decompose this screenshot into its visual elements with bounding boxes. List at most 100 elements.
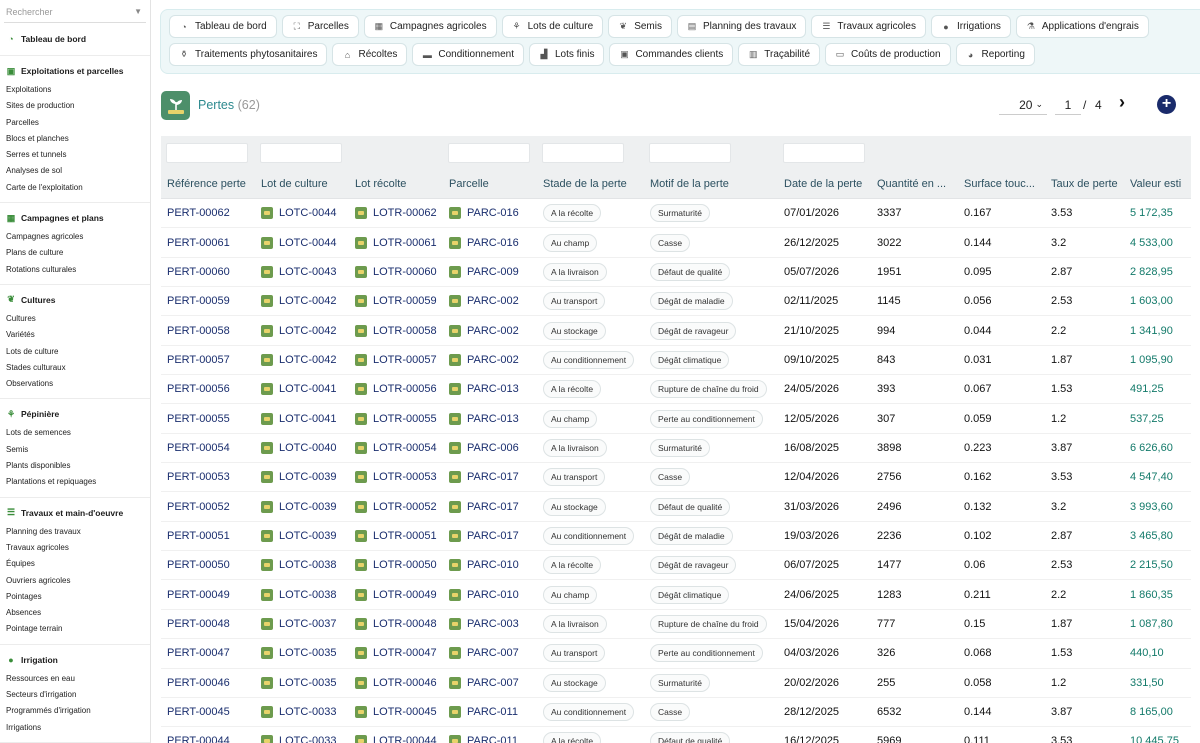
loss-reference-link[interactable]: PERT-00049: [167, 589, 230, 601]
loss-reference-link[interactable]: PERT-00046: [167, 677, 230, 689]
loss-reference-link[interactable]: PERT-00055: [167, 413, 230, 425]
related-record-link[interactable]: PARC-003: [467, 618, 519, 630]
next-page-icon[interactable]: ›: [1119, 92, 1125, 112]
table-row[interactable]: PERT-00059 LOTC-0042 LOTR-00059 PARC-002 Au …: [161, 287, 1191, 317]
column-header[interactable]: Quantité en ...: [871, 178, 958, 190]
column-header[interactable]: Lot récolte: [349, 178, 443, 190]
column-filter-input[interactable]: [448, 142, 530, 163]
column-filter-input[interactable]: [542, 142, 624, 163]
related-record-link[interactable]: PARC-011: [467, 706, 518, 718]
related-record-link[interactable]: LOTC-0039: [279, 501, 336, 513]
related-record-link[interactable]: LOTC-0033: [279, 706, 336, 718]
tab-item[interactable]: ▥ Traçabilité: [738, 43, 821, 66]
related-record-link[interactable]: PARC-017: [467, 530, 519, 542]
sidebar-item[interactable]: Serres et tunnels: [0, 147, 150, 163]
related-record-link[interactable]: LOTR-00061: [373, 237, 437, 249]
related-record-link[interactable]: LOTC-0044: [279, 207, 336, 219]
sidebar-item[interactable]: Ouvriers agricoles: [0, 573, 150, 589]
column-filter-input[interactable]: [166, 142, 248, 163]
related-record-link[interactable]: LOTR-00044: [373, 735, 437, 743]
related-record-link[interactable]: LOTR-00047: [373, 647, 437, 659]
page-size-select[interactable]: 20 ⌄: [999, 95, 1047, 115]
table-row[interactable]: PERT-00046 LOTC-0035 LOTR-00046 PARC-007 Au …: [161, 669, 1191, 698]
related-record-link[interactable]: PARC-013: [467, 383, 519, 395]
tab-item[interactable]: ▤ Planning des travaux: [677, 15, 807, 38]
related-record-link[interactable]: LOTC-0043: [279, 266, 336, 278]
related-record-link[interactable]: LOTC-0044: [279, 237, 336, 249]
tab-item[interactable]: ⛶ Parcelles: [281, 15, 359, 38]
tab-item[interactable]: ⚘ Lots de culture: [501, 15, 604, 38]
sidebar-item[interactable]: Plants disponibles: [0, 458, 150, 474]
loss-reference-link[interactable]: PERT-00051: [167, 530, 230, 542]
loss-reference-link[interactable]: PERT-00062: [167, 207, 230, 219]
related-record-link[interactable]: LOTR-00049: [373, 589, 437, 601]
table-row[interactable]: PERT-00052 LOTC-0039 LOTR-00052 PARC-017 Au …: [161, 492, 1191, 522]
sidebar-item[interactable]: Lots de semences: [0, 425, 150, 441]
related-record-link[interactable]: LOTC-0041: [279, 413, 336, 425]
related-record-link[interactable]: LOTR-00046: [373, 677, 437, 689]
related-record-link[interactable]: PARC-011: [467, 735, 518, 743]
tab-item[interactable]: ● Irrigations: [930, 15, 1011, 38]
tab-item[interactable]: ⚱ Traitements phytosanitaires: [169, 43, 328, 66]
search-box[interactable]: ▼: [4, 1, 146, 23]
column-header[interactable]: Date de la perte: [778, 178, 871, 190]
sidebar-section-title[interactable]: ⚘ Pépinière: [0, 407, 150, 421]
loss-reference-link[interactable]: PERT-00044: [167, 735, 230, 743]
table-row[interactable]: PERT-00058 LOTC-0042 LOTR-00058 PARC-002 Au …: [161, 316, 1191, 346]
sidebar-item[interactable]: Rotations culturales: [0, 262, 150, 278]
loss-reference-link[interactable]: PERT-00048: [167, 618, 230, 630]
loss-reference-link[interactable]: PERT-00054: [167, 442, 230, 454]
tab-item[interactable]: ❦ Semis: [608, 15, 672, 38]
related-record-link[interactable]: PARC-013: [467, 413, 519, 425]
tab-item[interactable]: ⚗ Applications d'engrais: [1015, 15, 1149, 38]
sidebar-item[interactable]: Stades culturaux: [0, 360, 150, 376]
loss-reference-link[interactable]: PERT-00047: [167, 647, 230, 659]
related-record-link[interactable]: LOTC-0039: [279, 471, 336, 483]
column-header[interactable]: Parcelle: [443, 178, 537, 190]
sidebar-item[interactable]: Lots de culture: [0, 344, 150, 360]
related-record-link[interactable]: LOTR-00059: [373, 295, 437, 307]
sidebar-item[interactable]: Programmés d'irrigation: [0, 703, 150, 719]
sidebar-dashboard[interactable]: ◔ Tableau de bord: [0, 23, 150, 55]
related-record-link[interactable]: LOTC-0035: [279, 647, 336, 659]
column-header[interactable]: Lot de culture: [255, 178, 349, 190]
page-number-input[interactable]: 1: [1055, 95, 1081, 115]
table-row[interactable]: PERT-00062 LOTC-0044 LOTR-00062 PARC-016 A l…: [161, 199, 1191, 229]
table-row[interactable]: PERT-00053 LOTC-0039 LOTR-00053 PARC-017 Au …: [161, 463, 1191, 493]
related-record-link[interactable]: LOTC-0035: [279, 677, 336, 689]
sidebar-item[interactable]: Blocs et planches: [0, 131, 150, 147]
sidebar-section-title[interactable]: ☰ Travaux et main-d'oeuvre: [0, 506, 150, 520]
sidebar-item[interactable]: Pointages: [0, 589, 150, 605]
sidebar-item[interactable]: Exploitations: [0, 82, 150, 98]
sidebar-section-title[interactable]: ❦ Cultures: [0, 293, 150, 307]
column-header[interactable]: Motif de la perte: [644, 178, 778, 190]
chevron-down-icon[interactable]: ▼: [134, 7, 142, 16]
sidebar-item[interactable]: Sites de production: [0, 98, 150, 114]
tab-item[interactable]: ▭ Coûts de production: [825, 43, 951, 66]
tab-item[interactable]: ▟ Lots finis: [528, 43, 605, 66]
loss-reference-link[interactable]: PERT-00050: [167, 559, 230, 571]
search-input[interactable]: [6, 6, 116, 17]
sidebar-item[interactable]: Pointage terrain: [0, 621, 150, 637]
sidebar-item[interactable]: Variétés: [0, 327, 150, 343]
related-record-link[interactable]: LOTC-0041: [279, 383, 336, 395]
table-row[interactable]: PERT-00054 LOTC-0040 LOTR-00054 PARC-006 A l…: [161, 434, 1191, 464]
loss-reference-link[interactable]: PERT-00053: [167, 471, 230, 483]
sidebar-item[interactable]: Carte de l'exploitation: [0, 180, 150, 196]
loss-reference-link[interactable]: PERT-00045: [167, 706, 230, 718]
loss-reference-link[interactable]: PERT-00059: [167, 295, 230, 307]
sidebar-item[interactable]: Travaux agricoles: [0, 540, 150, 556]
related-record-link[interactable]: LOTR-00056: [373, 383, 437, 395]
column-filter-input[interactable]: [649, 142, 731, 163]
table-row[interactable]: PERT-00057 LOTC-0042 LOTR-00057 PARC-002 Au …: [161, 346, 1191, 376]
related-record-link[interactable]: LOTC-0039: [279, 530, 336, 542]
tab-item[interactable]: ◕ Reporting: [955, 43, 1035, 66]
related-record-link[interactable]: LOTR-00048: [373, 618, 437, 630]
related-record-link[interactable]: LOTR-00050: [373, 559, 437, 571]
related-record-link[interactable]: PARC-016: [467, 207, 519, 219]
loss-reference-link[interactable]: PERT-00058: [167, 325, 230, 337]
table-row[interactable]: PERT-00055 LOTC-0041 LOTR-00055 PARC-013 Au …: [161, 404, 1191, 434]
related-record-link[interactable]: LOTC-0038: [279, 589, 336, 601]
loss-reference-link[interactable]: PERT-00052: [167, 501, 230, 513]
tab-item[interactable]: ◔ Tableau de bord: [169, 15, 277, 38]
